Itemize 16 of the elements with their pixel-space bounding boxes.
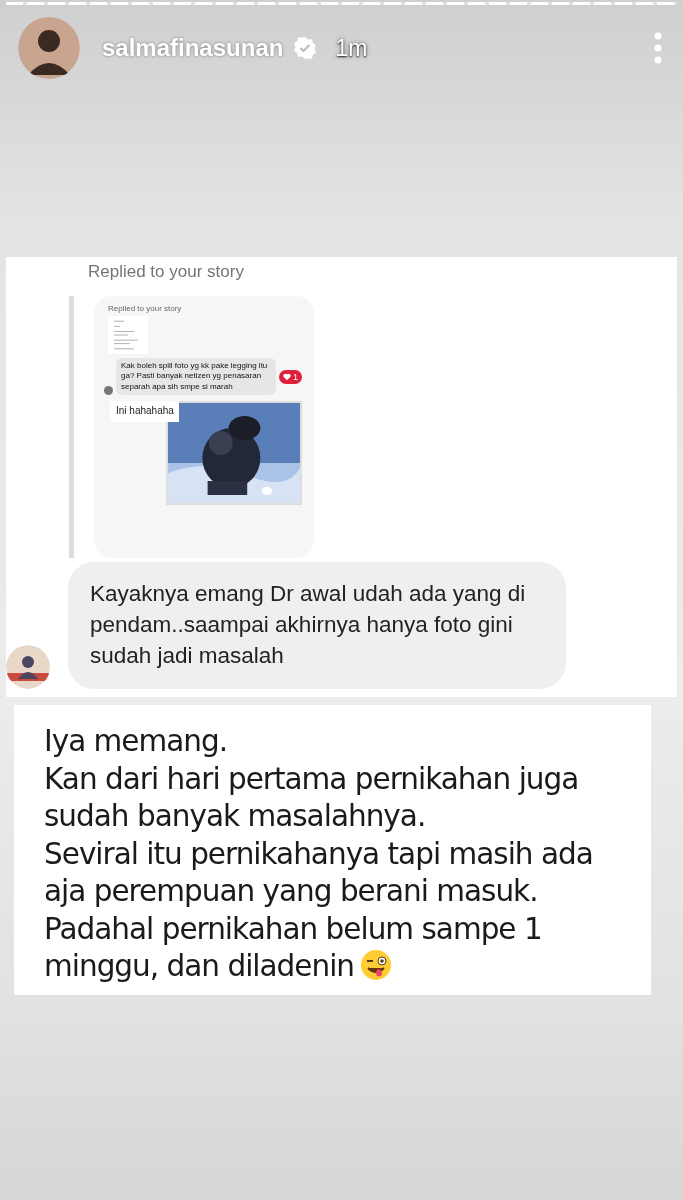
post-time: 1m: [335, 34, 368, 62]
story-caption: Ini hahahaha: [110, 401, 179, 423]
story-text: Iya memang. Kan dari hari pertama pernikahan juga sudah banyak masalahnya. Seviral itu pernikahanya tapi masih ada aja perempuan yang berani masuk. Padahal pernikahan belum sampe 1 minggu, dan diladenin: [44, 723, 594, 985]
story-screenshot[interactable]: Replied to your story Kak boleh spill foto yg kk pake legging itu ga? Pasti banyak netizen yg penasaran separah apa sih smpe si marah 1 Ini hahahaha: [94, 296, 314, 558]
avatar-icon: [6, 645, 50, 690]
comment-text: Kak boleh spill foto yg kk pake legging itu ga? Pasti banyak netizen yg penasaran separah apa sih smpe si marah: [116, 358, 276, 396]
avatar-icon: [104, 386, 113, 396]
message-bubble: Kayaknya emang Dr awal udah ada yang di pendam..saampai akhirnya hanya foto gini sudah jadi masalah: [68, 562, 566, 690]
more-options-icon[interactable]: [653, 31, 663, 65]
avatar-icon: [18, 17, 80, 79]
document-thumbnail-drawing: [108, 316, 148, 354]
heart-icon: [283, 372, 291, 381]
winking-face-icon: [360, 949, 393, 981]
like-badge: 1: [279, 369, 302, 384]
reply-label: Replied to your story: [88, 262, 245, 283]
reply-label: Replied to your story: [108, 304, 183, 313]
